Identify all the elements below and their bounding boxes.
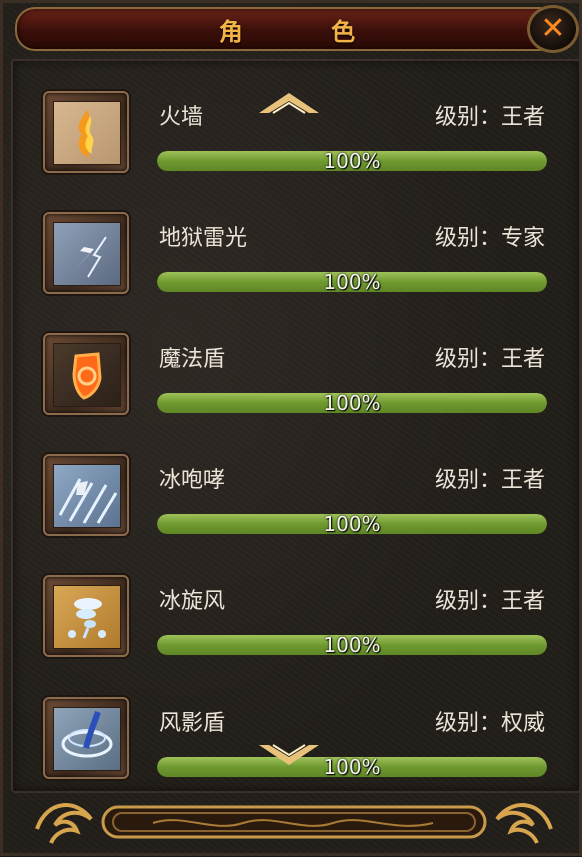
ice-roar-icon xyxy=(53,464,121,528)
skill-name: 冰旋风 xyxy=(159,589,226,614)
skill-progress-text: 100% xyxy=(323,635,381,655)
skill-level: 级别：王者 xyxy=(434,105,545,130)
skill-level: 级别：王者 xyxy=(434,468,545,493)
skill-name: 火墙 xyxy=(159,105,204,130)
character-panel: 角 色 ✕ 火墙 级别：王者 100% 地狱雷光 级别：专家 100% 魔法盾 … xyxy=(0,0,582,856)
skill-progress-text: 100% xyxy=(323,272,381,292)
skill-level: 级别：权威 xyxy=(434,711,545,736)
skill-level: 级别：王者 xyxy=(434,589,545,614)
skill-level: 级别：专家 xyxy=(434,226,545,251)
window-title: 角 色 xyxy=(218,17,396,46)
skill-icon-frame[interactable] xyxy=(43,575,129,657)
skill-icon-frame[interactable] xyxy=(43,91,129,173)
skill-row[interactable]: 魔法盾 级别：王者 100% xyxy=(3,333,582,454)
skill-progress-bar: 100% xyxy=(157,514,547,534)
skill-row[interactable]: 冰咆哮 级别：王者 100% xyxy=(3,454,582,575)
skill-progress-text: 100% xyxy=(323,151,381,171)
close-button[interactable]: ✕ xyxy=(527,5,579,53)
title-bar: 角 色 xyxy=(15,7,559,51)
fire-wall-icon xyxy=(53,101,121,165)
skill-progress-bar: 100% xyxy=(157,272,547,292)
skill-name: 地狱雷光 xyxy=(159,226,248,251)
skill-progress-bar: 100% xyxy=(157,393,547,413)
skill-icon-frame[interactable] xyxy=(43,333,129,415)
ice-whirlwind-icon xyxy=(53,585,121,649)
skill-progress-bar: 100% xyxy=(157,757,547,777)
scroll-up-arrow-icon[interactable] xyxy=(253,87,325,121)
skill-name: 魔法盾 xyxy=(159,347,226,372)
magic-shield-icon xyxy=(53,343,121,407)
skill-progress-bar: 100% xyxy=(157,151,547,171)
ornamental-footer xyxy=(33,789,555,853)
wind-shadow-shield-icon xyxy=(53,707,121,771)
skill-name: 风影盾 xyxy=(159,711,226,736)
skill-icon-frame[interactable] xyxy=(43,212,129,294)
skill-progress-text: 100% xyxy=(323,393,381,413)
skill-icon-frame[interactable] xyxy=(43,697,129,779)
skill-progress-text: 100% xyxy=(323,514,381,534)
skill-row[interactable]: 地狱雷光 级别：专家 100% xyxy=(3,212,582,333)
skill-row[interactable]: 冰旋风 级别：王者 100% xyxy=(3,575,582,696)
close-icon: ✕ xyxy=(540,11,566,46)
scroll-down-arrow-icon[interactable] xyxy=(253,741,325,775)
skill-level: 级别：王者 xyxy=(434,347,545,372)
hell-lightning-icon xyxy=(53,222,121,286)
skill-icon-frame[interactable] xyxy=(43,454,129,536)
skill-progress-bar: 100% xyxy=(157,635,547,655)
skill-progress-text: 100% xyxy=(323,757,381,777)
skill-name: 冰咆哮 xyxy=(159,468,226,493)
